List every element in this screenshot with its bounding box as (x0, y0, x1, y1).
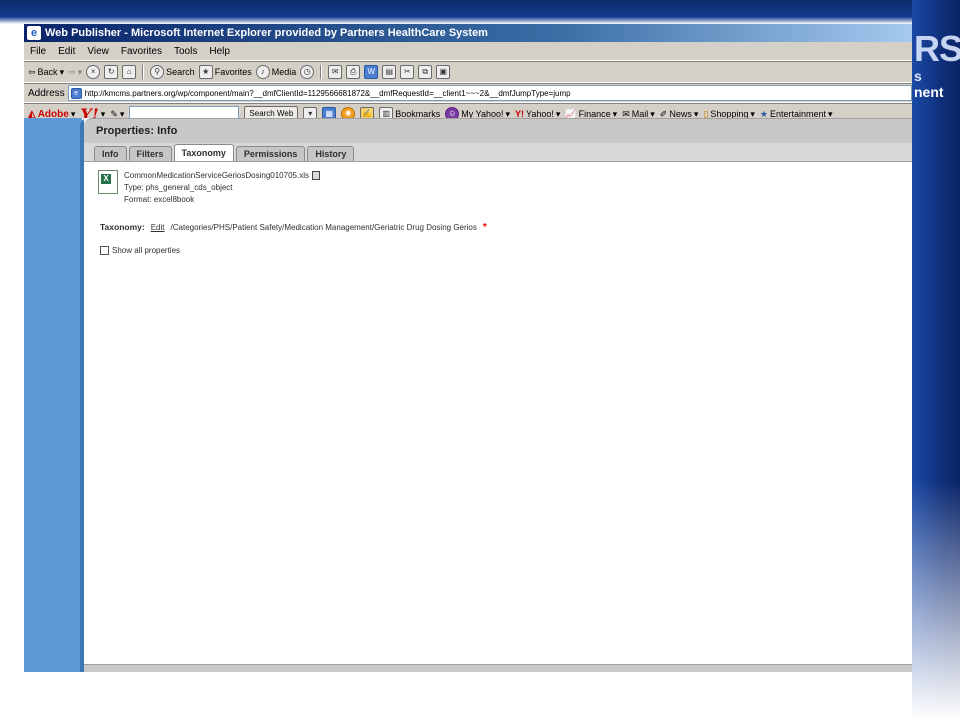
cut-icon[interactable]: ✂ (400, 65, 415, 79)
address-label: Address (28, 87, 65, 99)
home-icon[interactable]: ⌂ (122, 65, 137, 79)
page-content: Properties: Info Info Filters Taxonomy P… (24, 118, 912, 672)
favorites-icon: ★ (198, 65, 213, 79)
address-bar: Address e http://kmcms.partners.org/wp/c… (24, 83, 912, 103)
forward-arrow-icon: ⇨ (68, 66, 76, 77)
window-title: Web Publisher - Microsoft Internet Explo… (45, 27, 488, 39)
taxonomy-path: /Categories/PHS/Patient Safety/Medicatio… (170, 223, 477, 232)
left-sidebar (24, 118, 82, 672)
show-all-properties[interactable]: Show all properties (100, 246, 180, 255)
search-label: Search (166, 67, 195, 77)
horizontal-scrollbar[interactable] (84, 664, 912, 672)
slide-right-fade (912, 480, 960, 720)
tab-taxonomy[interactable]: Taxonomy (173, 144, 234, 161)
show-all-checkbox[interactable] (100, 246, 109, 255)
search-button[interactable]: ⚲ Search (150, 65, 195, 79)
dropdown-arrow-icon: ▾ (59, 66, 65, 77)
slide-subtitle-2: nent (914, 84, 944, 100)
standard-toolbar: ⇦ Back ▾ ⇨ ▾ × ↻ ⌂ ⚲ Search ★ Favorites … (24, 61, 912, 83)
paste-icon[interactable]: ▣ (436, 65, 451, 79)
tab-strip: Info Filters Taxonomy Permissions Histor… (84, 143, 912, 162)
taxonomy-row: Taxonomy: Edit /Categories/PHS/Patient S… (100, 222, 487, 233)
file-info: CommonMedicationServiceGeriosDosing01070… (98, 170, 320, 206)
favorites-label: Favorites (214, 67, 252, 77)
toolbar-separator (320, 65, 323, 79)
file-name-row: CommonMedicationServiceGeriosDosing01070… (124, 170, 320, 182)
taxonomy-label: Taxonomy: (100, 222, 145, 232)
toolbar-separator (142, 65, 145, 79)
properties-panel: Properties: Info Info Filters Taxonomy P… (84, 118, 912, 672)
media-button[interactable]: ♪ Media (255, 65, 297, 79)
menu-view[interactable]: View (81, 46, 115, 57)
back-label: Back (37, 67, 58, 77)
print-icon[interactable]: ⎙ (346, 65, 361, 79)
page-title: Properties: Info (84, 118, 912, 143)
media-icon: ♪ (255, 65, 270, 79)
slide-top-band (0, 0, 960, 24)
tab-filters[interactable]: Filters (128, 146, 172, 161)
back-arrow-icon: ⇦ (28, 66, 36, 77)
browser-window: e Web Publisher - Microsoft Internet Exp… (24, 24, 912, 672)
copy-icon[interactable]: ⧉ (418, 65, 433, 79)
tab-history[interactable]: History (307, 146, 355, 161)
stop-icon[interactable]: × (86, 65, 101, 79)
ie-icon: e (27, 26, 41, 40)
menu-help[interactable]: Help (203, 46, 236, 57)
slide-logo-text: RS (914, 28, 960, 69)
required-marker: * (482, 222, 487, 233)
discuss-icon[interactable]: ▤ (382, 65, 397, 79)
address-input[interactable]: e http://kmcms.partners.org/wp/component… (67, 85, 912, 101)
media-label: Media (271, 67, 297, 77)
history-icon[interactable]: ◷ (300, 65, 315, 79)
file-details: CommonMedicationServiceGeriosDosing01070… (124, 170, 320, 206)
file-name: CommonMedicationServiceGeriosDosing01070… (124, 171, 309, 180)
file-format: Format: excel8book (124, 195, 195, 204)
slide-subtitle-1: s (914, 68, 922, 84)
page-icon: e (70, 87, 82, 99)
menu-edit[interactable]: Edit (52, 46, 81, 57)
word-icon[interactable]: W (364, 65, 379, 79)
title-bar: e Web Publisher - Microsoft Internet Exp… (24, 24, 912, 42)
tab-info[interactable]: Info (94, 146, 127, 161)
forward-button[interactable]: ⇨ ▾ (68, 67, 82, 78)
favorites-button[interactable]: ★ Favorites (198, 65, 252, 79)
back-button[interactable]: ⇦ Back ▾ (28, 67, 64, 78)
menu-file[interactable]: File (24, 46, 52, 57)
address-url: http://kmcms.partners.org/wp/component/m… (84, 88, 571, 98)
dropdown-arrow-icon: ▾ (77, 66, 83, 77)
refresh-icon[interactable]: ↻ (104, 65, 119, 79)
mail-icon[interactable]: ✉ (328, 65, 343, 79)
lock-icon (311, 171, 320, 181)
menu-tools[interactable]: Tools (168, 46, 203, 57)
search-icon: ⚲ (150, 65, 165, 79)
taxonomy-edit-link[interactable]: Edit (151, 223, 165, 232)
menu-favorites[interactable]: Favorites (115, 46, 168, 57)
file-type: Type: phs_general_cds_object (124, 183, 233, 192)
excel-file-icon (98, 170, 118, 194)
tab-permissions[interactable]: Permissions (235, 146, 306, 161)
show-all-label: Show all properties (112, 246, 181, 255)
menu-bar: File Edit View Favorites Tools Help (24, 42, 912, 61)
